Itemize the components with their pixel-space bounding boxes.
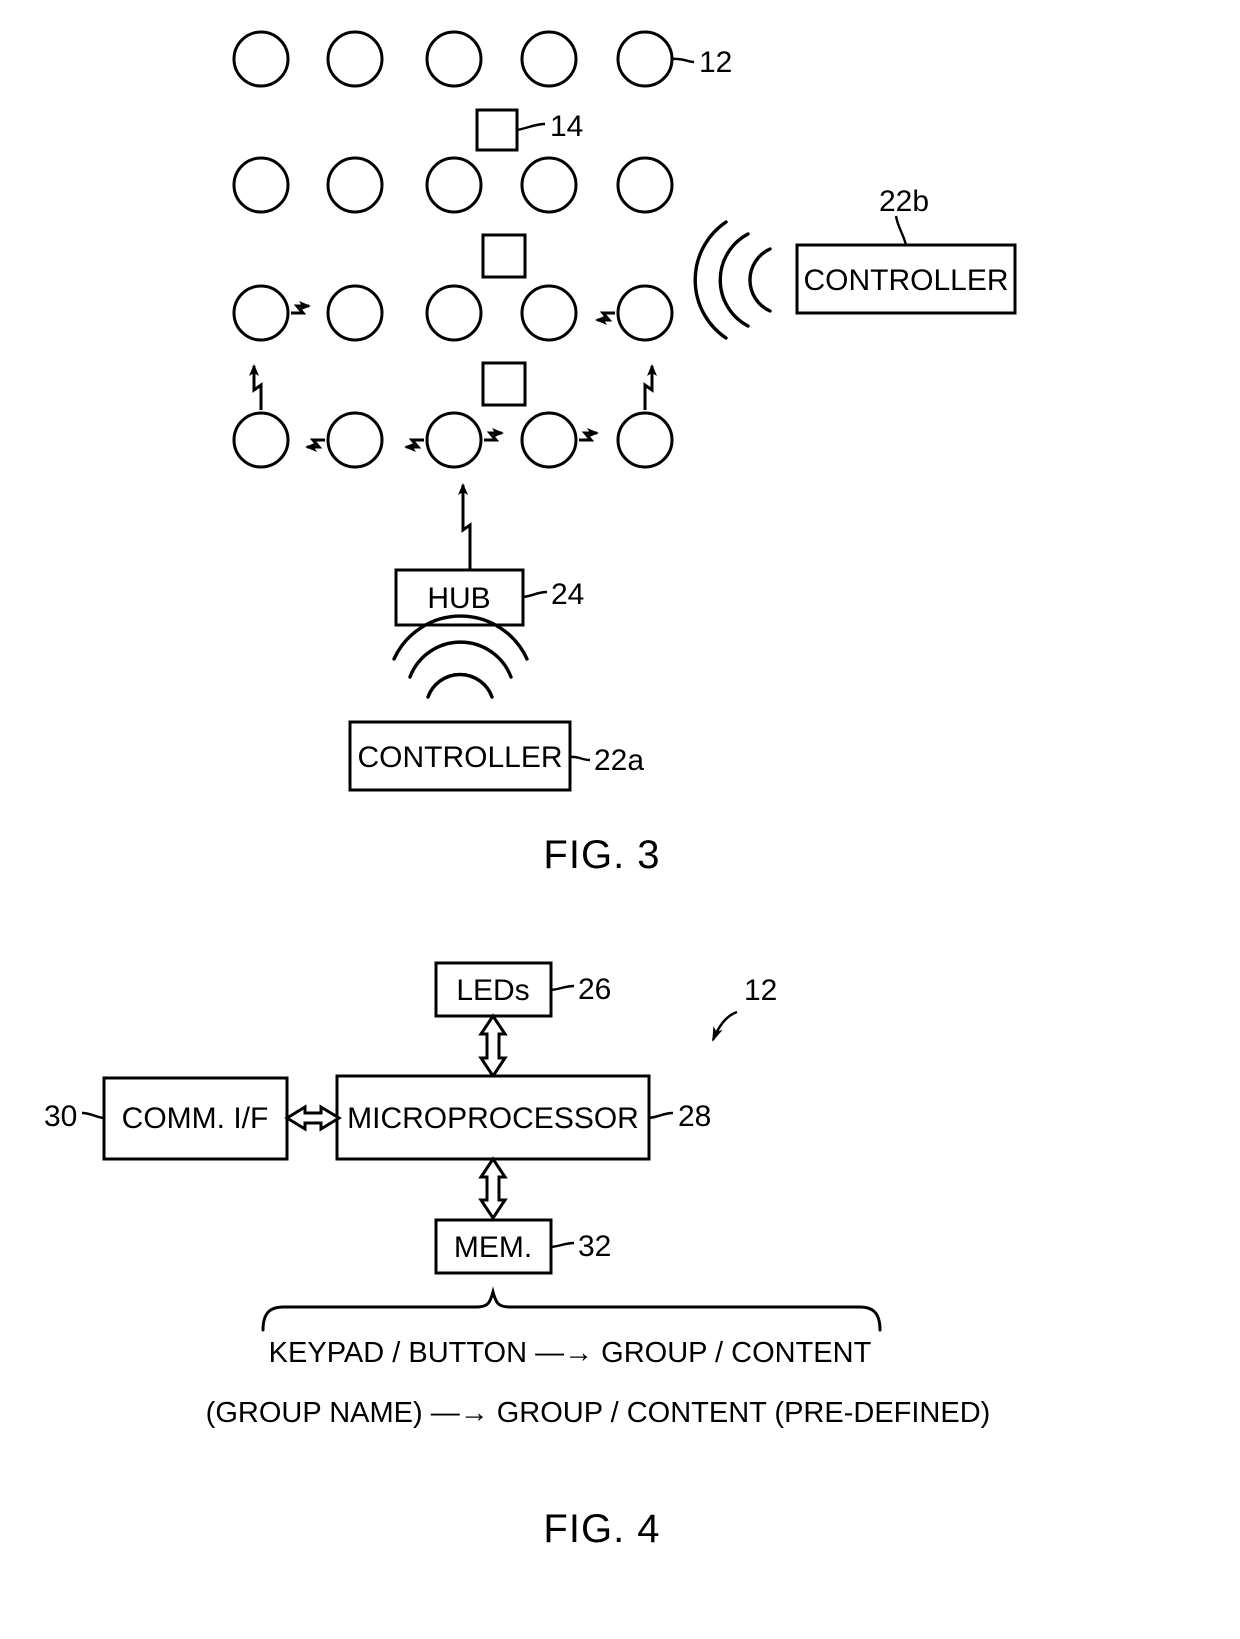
luminaire-node <box>520 156 578 214</box>
mapping-line-1: KEYPAD / BUTTON —→ GROUP / CONTENT <box>269 1337 872 1369</box>
mesh-link-arrow-vertical-right <box>643 364 657 410</box>
controller-box-22a-label: CONTROLLER <box>357 741 562 774</box>
mapping-line-2: (GROUP NAME) —→ GROUP / CONTENT (PRE-DEF… <box>206 1397 991 1429</box>
microprocessor-box-label: MICROPROCESSOR <box>347 1102 639 1135</box>
luminaire-node <box>232 411 290 469</box>
leader-line-28 <box>648 1111 674 1120</box>
figures-svg: 12 14 CONTROLLER 22b HUB 24 CONTROLLER 2… <box>44 30 1017 1551</box>
luminaire-node <box>520 411 578 469</box>
luminaire-node <box>326 411 384 469</box>
ref-numeral-32: 32 <box>578 1230 611 1263</box>
figure-3: 12 14 CONTROLLER 22b HUB 24 CONTROLLER 2… <box>232 30 1017 877</box>
luminaire-node <box>616 30 674 88</box>
controller-box-22b-label: CONTROLLER <box>803 264 1008 297</box>
memory-box-label: MEM. <box>454 1231 532 1264</box>
ref-numeral-12-fig4: 12 <box>744 974 777 1007</box>
ref-numeral-22a: 22a <box>594 744 644 777</box>
sensor-square <box>481 233 527 279</box>
wireless-signal-arcs-22b <box>693 220 772 340</box>
leader-line-14 <box>516 122 546 132</box>
luminaire-row-2 <box>232 156 674 214</box>
luminaire-node <box>425 411 483 469</box>
luminaire-node <box>232 156 290 214</box>
leader-line-32 <box>550 1241 575 1249</box>
comm-microprocessor-arrow <box>284 1104 342 1132</box>
ref-numeral-14: 14 <box>550 110 583 143</box>
leader-line-26 <box>550 984 575 992</box>
mesh-link-arrow <box>291 301 311 315</box>
luminaire-node <box>326 156 384 214</box>
sensor-square <box>475 108 519 152</box>
figure-4: LEDs 26 12 COMM. I/F 30 MICROPROCESSOR 2… <box>44 961 991 1551</box>
luminaire-row-4 <box>232 411 674 469</box>
ref-numeral-12: 12 <box>699 46 732 79</box>
luminaire-node <box>616 411 674 469</box>
leader-line-12 <box>671 57 695 64</box>
figure-3-caption: FIG. 3 <box>543 833 660 877</box>
leds-box-label: LEDs <box>456 974 529 1007</box>
ref-numeral-24: 24 <box>551 578 584 611</box>
luminaire-row-1 <box>232 30 674 88</box>
mesh-link-arrow <box>484 428 504 442</box>
luminaire-node <box>616 284 674 342</box>
microprocessor-memory-arrow <box>478 1156 508 1221</box>
leader-line-12-fig4 <box>711 1010 738 1042</box>
luminaire-node <box>425 284 483 342</box>
luminaire-node <box>616 156 674 214</box>
mesh-link-arrow <box>579 428 599 442</box>
luminaire-node <box>425 30 483 88</box>
luminaire-node <box>232 30 290 88</box>
luminaire-node <box>520 30 578 88</box>
ref-numeral-28: 28 <box>678 1100 711 1133</box>
ref-numeral-30: 30 <box>44 1100 77 1133</box>
luminaire-node <box>520 284 578 342</box>
ref-numeral-26: 26 <box>578 973 611 1006</box>
leader-line-24 <box>522 590 548 599</box>
mesh-link-arrow-vertical-left <box>249 364 263 410</box>
hub-box-label: HUB <box>427 582 490 615</box>
luminaire-node <box>326 30 384 88</box>
figure-4-caption: FIG. 4 <box>543 1507 660 1551</box>
leader-line-22a <box>569 755 591 762</box>
luminaire-node <box>326 284 384 342</box>
luminaire-node <box>425 156 483 214</box>
hub-to-mesh-arrow <box>458 483 472 578</box>
sensor-square <box>481 361 527 407</box>
luminaire-node <box>232 284 290 342</box>
memory-contents-brace <box>261 1286 882 1332</box>
leader-line-22b <box>894 215 908 246</box>
patent-drawing-sheet: 12 14 CONTROLLER 22b HUB 24 CONTROLLER 2… <box>0 0 1240 1639</box>
mesh-link-arrow <box>595 311 615 325</box>
leader-line-30 <box>81 1111 105 1120</box>
leds-microprocessor-arrow <box>478 1013 508 1079</box>
comm-if-box-label: COMM. I/F <box>122 1102 269 1135</box>
ref-numeral-22b: 22b <box>879 185 929 218</box>
mesh-link-arrow <box>404 438 424 452</box>
mesh-link-arrow <box>305 438 325 452</box>
wireless-signal-arcs-22a <box>392 614 529 699</box>
